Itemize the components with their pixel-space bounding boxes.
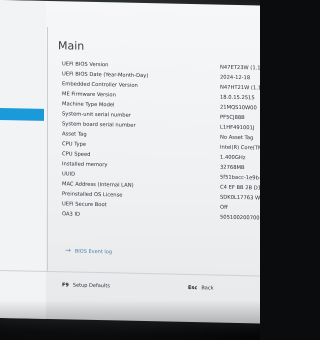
setup-defaults-button[interactable]: F9 Setup Defaults (62, 279, 110, 292)
info-row-value: No Asset Tag (220, 134, 254, 142)
info-row-label: CPU Speed (62, 151, 91, 158)
info-row-value: 32768MB (220, 164, 245, 172)
info-row-value: 5051002007005 (220, 214, 260, 222)
bios-event-log-link[interactable]: → BIOS Event log (65, 246, 112, 255)
bios-event-log-label: BIOS Event log (74, 248, 113, 256)
setup-defaults-label: Setup Defaults (72, 282, 110, 290)
panel-divider (47, 26, 48, 272)
info-row-label: CPU Type (62, 141, 87, 148)
back-label: Back (201, 285, 214, 292)
system-info-list: UEFI BIOS Version N47ET23W (1.12 UEFI BIOS… (62, 59, 260, 223)
bezel-shadow (0, 300, 260, 340)
photo-stage: Main UEFI BIOS Version N47ET23W (1.12 UEFI… (0, 0, 260, 340)
info-row-value: PF5CJ88B (220, 114, 245, 122)
info-row-label: OA3 ID (62, 211, 81, 218)
info-row-value: 1.400GHz (220, 154, 246, 162)
page-title: Main (58, 39, 85, 53)
bios-screen: Main UEFI BIOS Version N47ET23W (1.12 UEFI… (0, 0, 260, 324)
f9-key-label: F9 (62, 282, 69, 289)
back-button[interactable]: Esc Back (188, 282, 214, 295)
info-row-label: Asset Tag (62, 131, 87, 138)
info-row-label: UUID (62, 171, 76, 178)
nav-item-main-selected[interactable] (0, 108, 44, 121)
info-row-value: Off (220, 204, 228, 211)
arrow-icon: → (65, 246, 71, 255)
esc-key-label: Esc (188, 284, 198, 292)
info-row-value: 2024-12-18 (220, 74, 251, 82)
